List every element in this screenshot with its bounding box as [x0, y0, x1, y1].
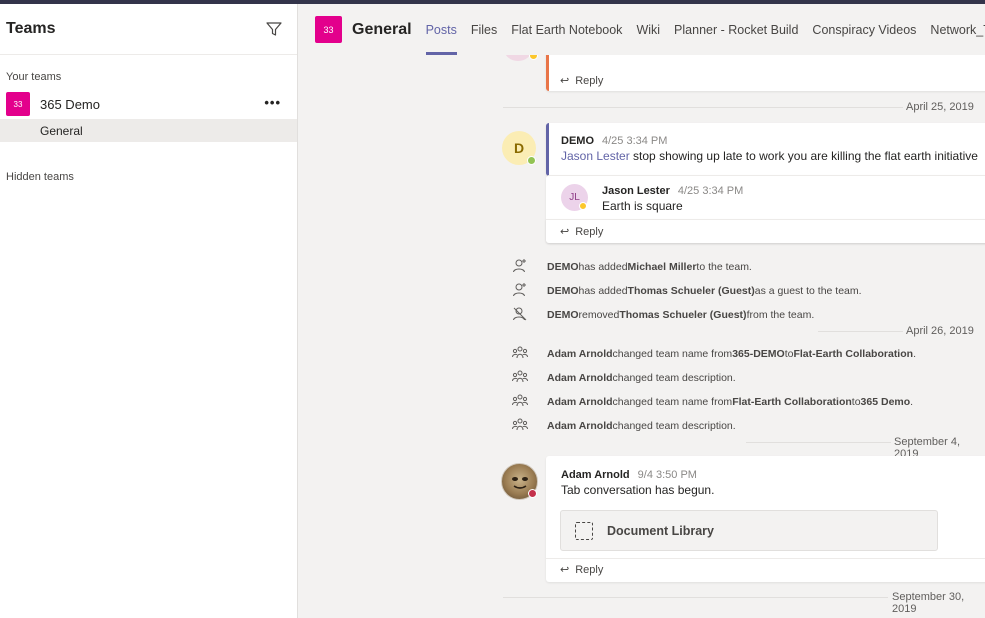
reply-footer [546, 219, 985, 243]
teams-sidebar: Teams Your teams 33 365 Demo ••• General… [0, 4, 298, 618]
reply-arrow-icon: ↩ [560, 75, 570, 87]
document-library-card[interactable]: Document Library [560, 510, 938, 551]
sidebar-title: Teams [6, 20, 56, 37]
message-time: 9/4 3:50 PM [637, 469, 697, 481]
tab-conspiracy-videos[interactable]: Conspiracy Videos [812, 4, 916, 55]
avatar [504, 55, 532, 61]
your-teams-label: Your teams [6, 71, 62, 83]
system-message: DEMO has added Michael Miller to the tea… [547, 261, 752, 273]
sidebar-header: Teams [0, 4, 297, 55]
tab-wiki[interactable]: Wiki [636, 4, 660, 55]
date-divider-line [503, 107, 903, 108]
message-author[interactable]: DEMO [561, 135, 594, 147]
date-divider-line [503, 597, 888, 598]
document-library-icon [575, 521, 593, 540]
team-item-365-demo[interactable]: 33 365 Demo ••• [0, 91, 297, 117]
reply-author[interactable]: Jason Lester [602, 185, 670, 197]
team-icon [512, 346, 528, 359]
message-author[interactable]: Adam Arnold [561, 469, 630, 481]
more-options-icon[interactable]: ••• [264, 95, 281, 110]
avatar-face-icon [511, 476, 528, 489]
message-meta: Adam Arnold 9/4 3:50 PM [561, 467, 697, 481]
previous-message-card [546, 55, 985, 91]
conversation-feed[interactable]: ↩ Reply April 25, 2019 D DEMO 4/25 3:34 PM… [298, 55, 985, 618]
date-divider-line [746, 442, 891, 443]
reply-time: 4/25 3:34 PM [677, 185, 744, 197]
team-event-message: Adam Arnold changed team name from Flat-… [547, 396, 914, 408]
date-separator: April 25, 2019 [906, 101, 974, 113]
team-event-message: Adam Arnold changed team description. [547, 420, 736, 432]
document-library-label: Document Library [607, 523, 714, 538]
status-away-icon [529, 55, 538, 60]
avatar-letter: D [513, 140, 525, 156]
reply-divider [546, 558, 985, 559]
team-icon [512, 394, 528, 407]
tab-planner[interactable]: Planner - Rocket Build [674, 4, 798, 55]
status-away-icon [579, 202, 587, 210]
channel-avatar: 33 [315, 16, 342, 43]
reply-label: Reply [575, 563, 604, 576]
reply-arrow-icon: ↩ [560, 564, 570, 576]
reply-label: Reply [575, 225, 604, 238]
team-avatar: 33 [6, 92, 30, 116]
channel-item-general[interactable]: General [0, 119, 297, 142]
system-message: DEMO has added Thomas Schueler (Guest) a… [547, 285, 862, 297]
message-body: Jason Lester stop showing up late to wor… [561, 149, 978, 163]
channel-header: 33 General Posts Files Flat Earth Notebo… [298, 4, 985, 55]
message-meta: DEMO 4/25 3:34 PM [561, 133, 667, 147]
hidden-teams-label[interactable]: Hidden teams [0, 171, 297, 183]
message-text: stop showing up late to work you are kil… [629, 149, 978, 163]
remove-member-icon [513, 307, 527, 321]
status-busy-icon [528, 489, 537, 498]
reply-button[interactable]: ↩ Reply [560, 225, 604, 239]
date-divider-line [818, 331, 903, 332]
tab-files[interactable]: Files [471, 4, 497, 55]
mention-link[interactable]: Jason Lester [561, 149, 630, 163]
avatar-initials: JL [569, 192, 580, 203]
status-available-icon [527, 156, 536, 165]
reply-arrow-icon: ↩ [560, 226, 570, 238]
message-time: 4/25 3:34 PM [602, 135, 668, 147]
reply-button[interactable]: ↩ Reply [560, 563, 604, 577]
add-member-icon [513, 259, 526, 273]
tab-flat-earth-notebook[interactable]: Flat Earth Notebook [511, 4, 622, 55]
add-member-icon [513, 283, 526, 297]
filter-icon[interactable] [265, 20, 283, 38]
date-separator: April 26, 2019 [906, 325, 974, 337]
team-name: 365 Demo [40, 96, 100, 112]
reply-button[interactable]: ↩ Reply [560, 74, 604, 88]
team-event-message: Adam Arnold changed team name from 365-D… [547, 348, 916, 360]
team-icon [512, 418, 528, 431]
team-icon [512, 370, 528, 383]
team-event-message: Adam Arnold changed team description. [547, 372, 736, 384]
tab-network-team[interactable]: Network_Team_D [930, 4, 985, 55]
reply-meta: Jason Lester 4/25 3:34 PM [602, 183, 743, 197]
date-separator: September 30, 2019 [892, 591, 965, 615]
channel-title: General [352, 20, 412, 38]
system-message: DEMO removed Thomas Schueler (Guest) fro… [547, 309, 815, 321]
message-text: Tab conversation has begun. [561, 483, 715, 497]
reply-label: Reply [575, 74, 604, 87]
tab-posts[interactable]: Posts [425, 4, 458, 55]
reply-text: Earth is square [602, 199, 683, 213]
